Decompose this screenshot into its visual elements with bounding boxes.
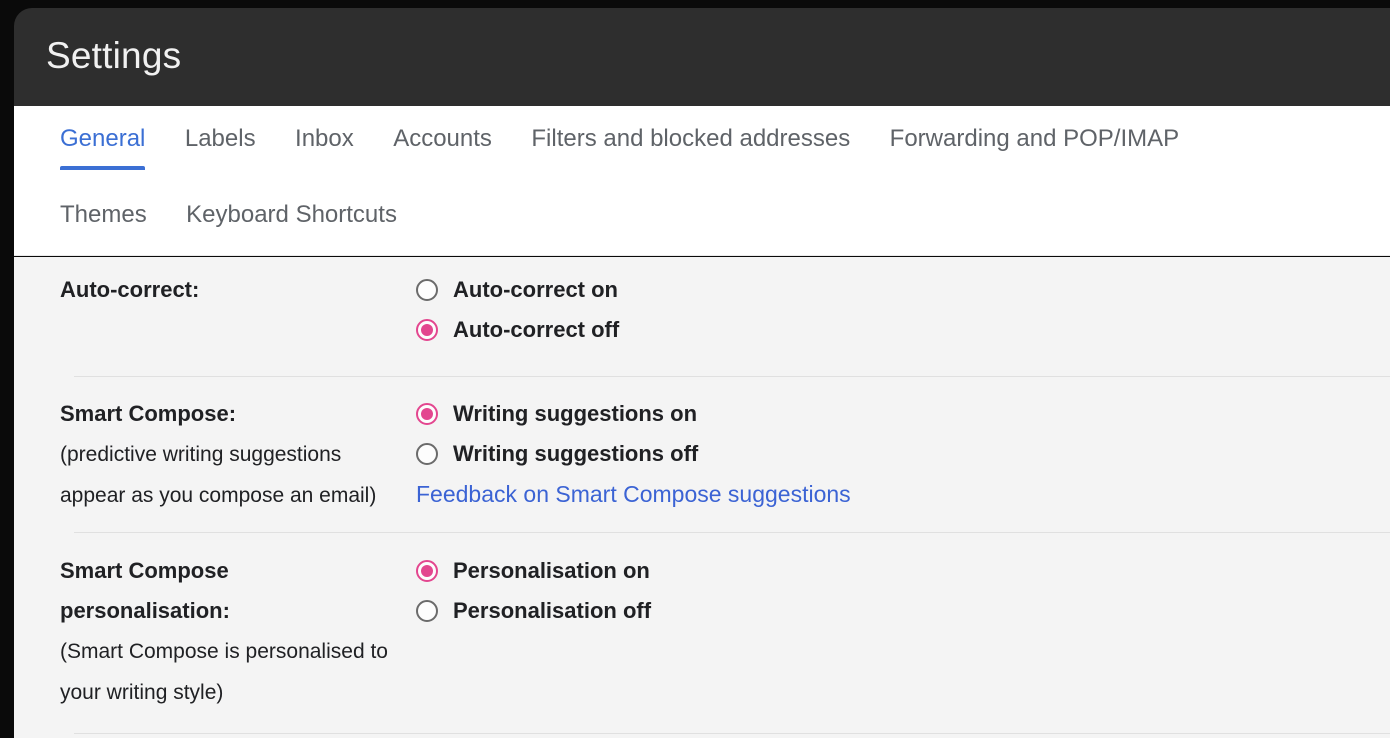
tab-labels[interactable]: Labels <box>185 122 256 170</box>
settings-window: Settings General Labels Inbox Accounts F… <box>0 0 1390 738</box>
radio-checked-icon[interactable] <box>416 403 438 425</box>
radio-label-auto-correct-on: Auto-correct on <box>453 277 618 303</box>
radio-option-writing-suggestions-on[interactable]: Writing suggestions on <box>416 394 1390 434</box>
radio-option-auto-correct-on[interactable]: Auto-correct on <box>416 270 1390 310</box>
setting-section-auto-correct: Auto-correct: Auto-correct on Auto-corre… <box>14 257 1390 376</box>
radio-option-auto-correct-off[interactable]: Auto-correct off <box>416 310 1390 350</box>
smart-compose-personalisation-note-line-2: your writing style) <box>60 672 414 713</box>
tab-general-label: General <box>60 125 145 152</box>
window-left-gutter <box>0 0 14 738</box>
tab-labels-label: Labels <box>185 125 256 152</box>
smart-compose-personalisation-note-line-1: (Smart Compose is personalised to <box>60 631 414 672</box>
tab-inbox[interactable]: Inbox <box>295 122 354 170</box>
radio-checked-icon[interactable] <box>416 560 438 582</box>
section-divider <box>74 733 1390 734</box>
tab-accounts-label: Accounts <box>393 125 492 152</box>
radio-option-personalisation-off[interactable]: Personalisation off <box>416 591 1390 631</box>
tab-general[interactable]: General <box>60 122 145 170</box>
tab-inbox-label: Inbox <box>295 125 354 152</box>
smart-compose-title: Smart Compose: <box>60 394 414 434</box>
tab-filters-label: Filters and blocked addresses <box>531 125 850 152</box>
tab-keyboard-shortcuts-label: Keyboard Shortcuts <box>186 201 397 228</box>
smart-compose-personalisation-title-line-2: personalisation: <box>60 591 414 631</box>
radio-label-personalisation-off: Personalisation off <box>453 598 651 624</box>
auto-correct-title: Auto-correct: <box>60 270 414 310</box>
tab-filters-and-blocked-addresses[interactable]: Filters and blocked addresses <box>531 122 850 170</box>
smart-compose-personalisation-title-line-1: Smart Compose <box>60 551 414 591</box>
page-title: Settings <box>46 34 181 78</box>
smart-compose-personalisation-label-column: Smart Compose personalisation: (Smart Co… <box>14 551 414 713</box>
radio-unchecked-icon[interactable] <box>416 443 438 465</box>
settings-content: Auto-correct: Auto-correct on Auto-corre… <box>14 257 1390 738</box>
radio-label-writing-suggestions-on: Writing suggestions on <box>453 401 697 427</box>
window-header: Settings <box>14 8 1390 106</box>
auto-correct-options: Auto-correct on Auto-correct off <box>414 270 1390 350</box>
tab-themes-label: Themes <box>60 201 147 228</box>
radio-label-writing-suggestions-off: Writing suggestions off <box>453 441 698 467</box>
settings-tab-bar: General Labels Inbox Accounts Filters an… <box>14 106 1390 256</box>
radio-checked-icon[interactable] <box>416 319 438 341</box>
smart-compose-personalisation-options: Personalisation on Personalisation off <box>414 551 1390 631</box>
smart-compose-label-column: Smart Compose: (predictive writing sugge… <box>14 394 414 516</box>
tab-row-secondary: Themes Keyboard Shortcuts <box>14 198 1390 232</box>
window-top-gutter <box>0 0 1390 8</box>
radio-label-personalisation-on: Personalisation on <box>453 558 650 584</box>
tab-themes[interactable]: Themes <box>60 198 147 232</box>
setting-section-smart-compose-personalisation: Smart Compose personalisation: (Smart Co… <box>14 533 1390 733</box>
radio-unchecked-icon[interactable] <box>416 279 438 301</box>
smart-compose-options: Writing suggestions on Writing suggestio… <box>414 394 1390 515</box>
radio-option-personalisation-on[interactable]: Personalisation on <box>416 551 1390 591</box>
smart-compose-note-line-2: appear as you compose an email) <box>60 475 414 516</box>
tab-forwarding-label: Forwarding and POP/IMAP <box>890 125 1179 152</box>
radio-label-auto-correct-off: Auto-correct off <box>453 317 619 343</box>
tab-row-primary: General Labels Inbox Accounts Filters an… <box>14 122 1390 170</box>
tab-keyboard-shortcuts[interactable]: Keyboard Shortcuts <box>186 198 397 232</box>
tab-forwarding-and-pop-imap[interactable]: Forwarding and POP/IMAP <box>890 122 1179 170</box>
smart-compose-note-line-1: (predictive writing suggestions <box>60 434 414 475</box>
smart-compose-feedback-link[interactable]: Feedback on Smart Compose suggestions <box>416 474 851 515</box>
setting-section-smart-compose: Smart Compose: (predictive writing sugge… <box>14 377 1390 532</box>
radio-option-writing-suggestions-off[interactable]: Writing suggestions off <box>416 434 1390 474</box>
radio-unchecked-icon[interactable] <box>416 600 438 622</box>
tab-accounts[interactable]: Accounts <box>393 122 492 170</box>
auto-correct-label-column: Auto-correct: <box>14 270 414 310</box>
